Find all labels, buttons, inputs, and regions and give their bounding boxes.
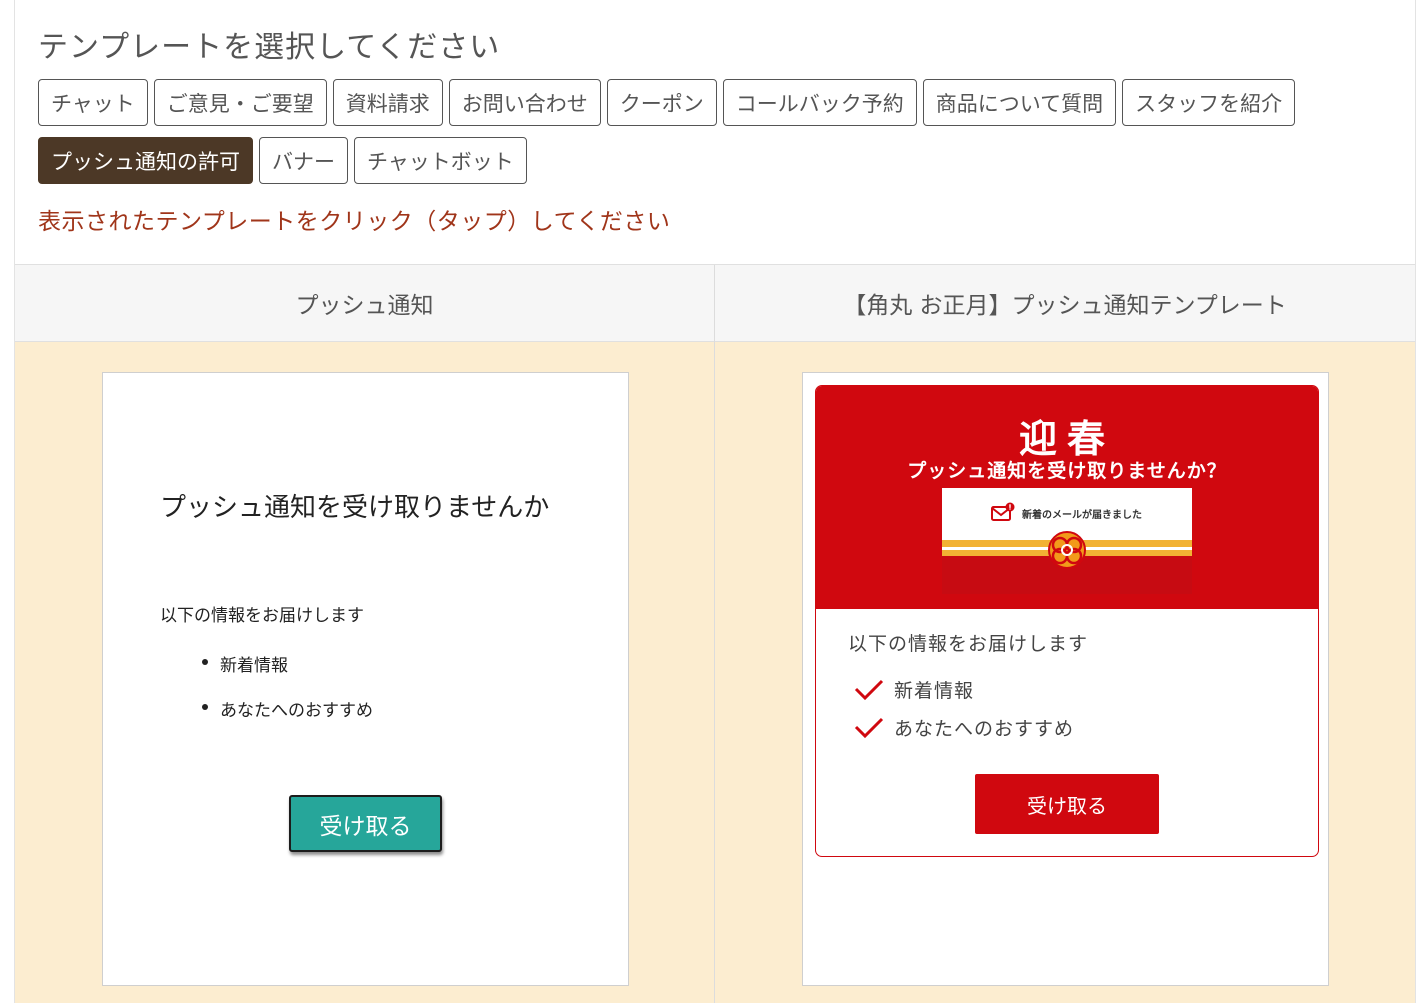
category-chip-feedback[interactable]: ご意見・ご要望 xyxy=(153,79,327,126)
selection-hint: 表示されたテンプレートをクリック（タップ）してください xyxy=(38,209,671,235)
category-chip-document-request[interactable]: 資料請求 xyxy=(332,79,443,126)
bullet-icon xyxy=(202,704,208,710)
category-chip-chatbot[interactable]: チャットボット xyxy=(354,137,527,184)
category-chip-staff[interactable]: スタッフを紹介 xyxy=(1122,79,1296,126)
new-year-frame: 迎春 プッシュ通知を受け取りませんか？ 新着のメールが届きました 以下の情報をお… xyxy=(815,385,1319,857)
category-chip-banner[interactable]: バナー xyxy=(259,137,348,184)
template-column: プッシュ通知 プッシュ通知を受け取りませんか 以下の情報をお届けします 新着情報… xyxy=(15,265,715,1003)
new-year-header: 迎春 プッシュ通知を受け取りませんか？ 新着のメールが届きました xyxy=(816,386,1318,609)
checkmark-icon xyxy=(854,717,884,738)
template-name: プッシュ通知 xyxy=(15,265,714,342)
template-card-new-year[interactable]: 迎春 プッシュ通知を受け取りませんか？ 新着のメールが届きました 以下の情報をお… xyxy=(802,372,1329,986)
template-description: 以下の情報をお届けします xyxy=(160,606,364,626)
category-row-2: プッシュ通知の許可 バナー チャットボット xyxy=(38,137,527,184)
banner-text: 新着のメールが届きました xyxy=(1022,510,1142,521)
category-chip-push-permission[interactable]: プッシュ通知の許可 xyxy=(38,137,253,184)
mizuhiki-knot-icon xyxy=(1048,531,1086,569)
template-description: 以下の情報をお届けします xyxy=(848,633,1089,655)
category-chip-chat[interactable]: チャット xyxy=(38,79,148,126)
category-row-1: チャット ご意見・ご要望 資料請求 お問い合わせ クーポン コールバック予約 商… xyxy=(38,79,1296,126)
notification-banner-image: 新着のメールが届きました xyxy=(942,488,1192,594)
template-heading: プッシュ通知を受け取りませんか xyxy=(160,493,550,523)
template-item-list: 新着情報 あなたへのおすすめ xyxy=(202,651,373,741)
list-item: 新着情報 xyxy=(202,651,373,696)
category-chip-product-question[interactable]: 商品について質問 xyxy=(922,79,1117,126)
list-item: あなたへのおすすめ xyxy=(202,696,373,741)
checkmark-icon xyxy=(854,679,884,700)
question-text: プッシュ通知を受け取りませんか？ xyxy=(907,460,1227,482)
template-column: 【角丸 お正月】プッシュ通知テンプレート 迎春 プッシュ通知を受け取りませんか？ xyxy=(715,265,1415,1003)
category-chip-callback[interactable]: コールバック予約 xyxy=(722,79,917,126)
list-item: 新着情報 xyxy=(854,676,974,703)
category-chip-coupon[interactable]: クーポン xyxy=(606,79,717,126)
mail-icon xyxy=(991,502,1015,521)
bullet-icon xyxy=(202,659,208,665)
template-grid: プッシュ通知 プッシュ通知を受け取りませんか 以下の情報をお届けします 新着情報… xyxy=(15,264,1415,1003)
greeting-text: 迎春 xyxy=(1018,417,1115,461)
template-card-push[interactable]: プッシュ通知を受け取りませんか 以下の情報をお届けします 新着情報 あなたへのお… xyxy=(102,372,629,986)
category-chip-inquiry[interactable]: お問い合わせ xyxy=(448,79,601,126)
page-title: テンプレートを選択してください xyxy=(38,30,501,65)
list-item: あなたへのおすすめ xyxy=(854,714,1074,741)
template-preview-area: 迎春 プッシュ通知を受け取りませんか？ 新着のメールが届きました 以下の情報をお… xyxy=(715,342,1415,1003)
template-name: 【角丸 お正月】プッシュ通知テンプレート xyxy=(715,265,1415,342)
receive-button[interactable]: 受け取る xyxy=(289,795,442,852)
receive-button[interactable]: 受け取る xyxy=(975,774,1159,834)
template-preview-area: プッシュ通知を受け取りませんか 以下の情報をお届けします 新着情報 あなたへのお… xyxy=(15,342,714,1003)
